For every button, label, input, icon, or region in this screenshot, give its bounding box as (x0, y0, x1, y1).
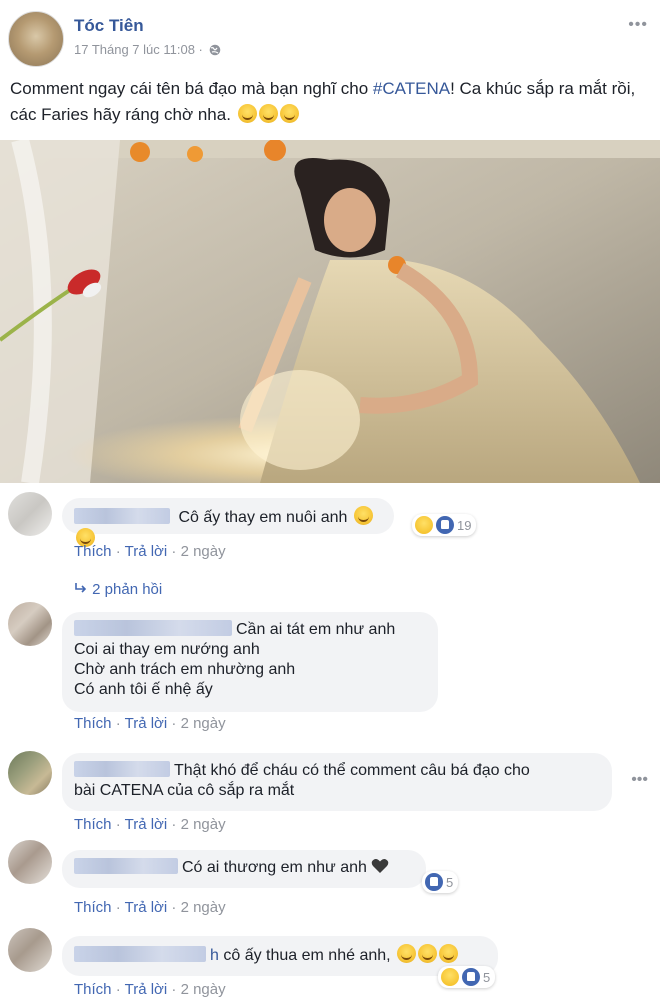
sunglasses-emoji-icon (397, 944, 417, 963)
comment-bubble: Thật khó để cháu có thể comment câu bá đ… (62, 753, 612, 811)
comment-bubble: h cô ấy thua em nhé anh, (62, 936, 498, 976)
smile-emoji-icon (237, 104, 257, 123)
sunglasses-emoji-icon (418, 944, 438, 963)
comment-text-line1: Thật khó để cháu có thể comment câu bá đ… (174, 762, 530, 779)
like-link[interactable]: Thích (74, 543, 112, 560)
comment-time[interactable]: 2 ngày (181, 899, 226, 916)
hashtag-link[interactable]: #CATENA (373, 79, 450, 98)
comment-text: Có ai thương em như anh (182, 859, 367, 876)
view-replies-link[interactable]: 2 phản hồi (74, 581, 162, 598)
smile-emoji-icon (279, 104, 299, 123)
reaction-summary[interactable]: 19 (412, 514, 477, 536)
reaction-summary[interactable]: 5 (438, 966, 496, 988)
replies-count: 2 phản hồi (92, 581, 163, 598)
like-link[interactable]: Thích (74, 981, 112, 998)
reply-link[interactable]: Trả lời (125, 543, 168, 560)
comment-text-line3: Chờ anh trách em nhường anh (74, 661, 296, 678)
reply-arrow-icon (75, 583, 87, 593)
author-avatar[interactable] (8, 11, 64, 67)
comment-actions: Thích · Trả lời · 2 ngày (74, 981, 226, 998)
comment-time[interactable]: 2 ngày (181, 981, 226, 998)
comment-text: Cô ấy thay em nuôi anh (178, 509, 348, 526)
comment-actions: Thích · Trả lời · 2 ngày (74, 899, 226, 916)
kiss-emoji-icon (353, 506, 373, 525)
post-timestamp[interactable]: 17 Tháng 7 lúc 11:08 · (74, 42, 203, 57)
like-link[interactable]: Thích (74, 715, 112, 732)
comment-actions: Thích · Trả lời · 2 ngày (74, 715, 226, 732)
comment-time[interactable]: 2 ngày (181, 816, 226, 833)
sunglasses-emoji-icon (439, 944, 459, 963)
post-text-before: Comment ngay cái tên bá đạo mà bạn nghĩ … (10, 79, 373, 98)
reaction-summary[interactable]: 5 (422, 871, 459, 893)
like-link[interactable]: Thích (74, 899, 112, 916)
post-meta: 17 Tháng 7 lúc 11:08 · (74, 42, 221, 57)
commenter-name[interactable] (74, 620, 232, 636)
commenter-name-tail[interactable]: h (210, 947, 219, 964)
reply-link[interactable]: Trả lời (125, 899, 168, 916)
author-name[interactable]: Tóc Tiên (74, 16, 144, 36)
commenter-avatar[interactable] (8, 928, 52, 972)
haha-reaction-icon (415, 516, 433, 534)
comment-text-line4: Có anh tôi ế nhệ ấy (74, 681, 213, 698)
reaction-count: 19 (457, 517, 472, 533)
reply-link[interactable]: Trả lời (125, 715, 168, 732)
commenter-name[interactable] (74, 946, 206, 962)
post-photo[interactable] (0, 140, 660, 483)
smile-emoji-icon (258, 104, 278, 123)
photo-illustration (0, 140, 660, 483)
commenter-avatar[interactable] (8, 602, 52, 646)
reaction-count: 5 (483, 969, 491, 985)
commenter-name[interactable] (74, 761, 170, 777)
reply-link[interactable]: Trả lời (125, 816, 168, 833)
comment-text-line1: Cần ai tát em như anh (236, 621, 396, 638)
comment-actions: Thích · Trả lời · 2 ngày (74, 543, 226, 560)
comment-options-icon[interactable]: ••• (631, 771, 648, 789)
post-header: Tóc Tiên 17 Tháng 7 lúc 11:08 · ••• (0, 0, 660, 70)
comment-time[interactable]: 2 ngày (181, 715, 226, 732)
like-reaction-icon (462, 968, 480, 986)
comment-bubble: Cô ấy thay em nuôi anh (62, 498, 394, 547)
reaction-count: 5 (446, 874, 454, 890)
black-heart-icon (372, 859, 389, 873)
comment-actions: Thích · Trả lời · 2 ngày (74, 816, 226, 833)
reply-link[interactable]: Trả lời (125, 981, 168, 998)
commenter-name[interactable] (74, 508, 170, 524)
like-reaction-icon (436, 516, 454, 534)
comment-time[interactable]: 2 ngày (181, 543, 226, 560)
comment-bubble: Cần ai tát em như anh Coi ai thay em nướ… (62, 612, 438, 712)
commenter-avatar[interactable] (8, 751, 52, 795)
globe-icon (209, 44, 221, 55)
commenter-avatar[interactable] (8, 840, 52, 884)
comment-text-line2: bài CATENA của cô sắp ra mắt (74, 782, 295, 799)
commenter-avatar[interactable] (8, 492, 52, 536)
post-text: Comment ngay cái tên bá đạo mà bạn nghĩ … (10, 76, 650, 128)
comment-text: cô ấy thua em nhé anh, (223, 947, 391, 964)
like-reaction-icon (425, 873, 443, 891)
comment-text-line2: Coi ai thay em nướng anh (74, 641, 260, 658)
commenter-name[interactable] (74, 858, 178, 874)
comment-bubble: Có ai thương em như anh (62, 850, 426, 888)
haha-reaction-icon (441, 968, 459, 986)
like-link[interactable]: Thích (74, 816, 112, 833)
post-options-icon[interactable]: ••• (628, 16, 648, 34)
